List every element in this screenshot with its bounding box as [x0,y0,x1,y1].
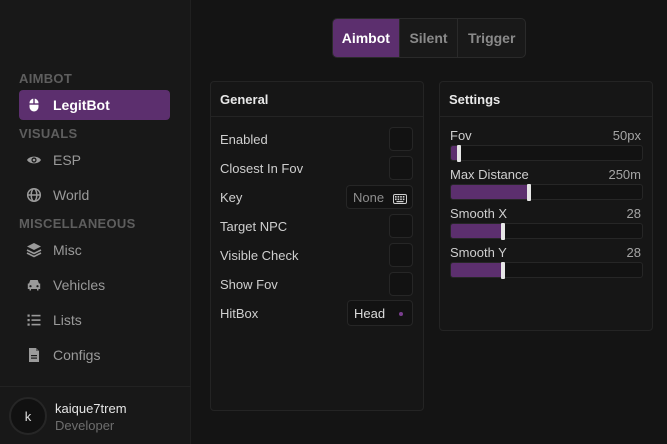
fov-slider[interactable] [450,145,643,162]
slider-thumb[interactable] [457,145,461,162]
closest-in-fov-checkbox[interactable] [389,156,413,180]
smooth-x-value: 28 [626,206,641,221]
general-panel: General Enabled Closest In Fov Key None … [210,81,424,411]
sidebar-item-world[interactable]: World [19,180,170,210]
sidebar-item-label: Lists [53,312,82,328]
sidebar: AIMBOT LegitBot VISUALS ESP World MISCEL… [0,0,191,444]
car-icon [25,276,43,294]
tab-aimbot[interactable]: Aimbot [333,19,400,57]
slider-fill [451,185,529,199]
sidebar-item-label: Vehicles [53,277,106,293]
file-icon [25,346,43,364]
max-distance-slider[interactable] [450,184,643,201]
user-name: kaique7trem [55,401,127,416]
slider-fill [451,263,503,277]
key-bind-input[interactable]: None [346,185,413,209]
max-distance-value: 250m [608,167,641,182]
target-npc-label: Target NPC [220,219,288,234]
key-bind-value: None [353,189,385,205]
section-title-visuals: VISUALS [19,126,78,141]
keyboard-icon [393,192,407,207]
user-profile[interactable]: k kaique7trem Developer [0,386,191,444]
mode-tabs: Aimbot Silent Trigger [332,18,526,58]
smooth-y-value: 28 [626,245,641,260]
max-distance-label: Max Distance [450,167,529,182]
tab-silent[interactable]: Silent [400,19,459,57]
sidebar-item-legitbot[interactable]: LegitBot [19,90,170,120]
settings-panel: Settings Fov 50px Max Distance 250m Smoo… [439,81,653,331]
sidebar-item-label: Configs [53,347,101,363]
sidebar-item-esp[interactable]: ESP [19,145,170,175]
hitbox-value: Head [354,305,386,321]
slider-thumb[interactable] [501,223,505,240]
key-label: Key [220,190,243,205]
settings-title: Settings [449,92,501,107]
sidebar-item-misc[interactable]: Misc [19,235,170,265]
divider [211,116,423,117]
user-role: Developer [55,418,115,433]
fov-label: Fov [450,128,472,143]
tab-trigger[interactable]: Trigger [458,19,525,57]
sidebar-item-label: ESP [53,152,82,168]
dropdown-dot-icon [399,312,403,316]
smooth-x-slider[interactable] [450,223,643,240]
sidebar-item-label: World [53,187,90,203]
eye-icon [25,151,43,169]
section-title-aimbot: AIMBOT [19,71,73,86]
mouse-icon [25,96,43,114]
slider-fill [451,224,503,238]
visible-check-label: Visible Check [220,248,299,263]
sidebar-item-lists[interactable]: Lists [19,305,170,335]
globe-icon [25,186,43,204]
sidebar-item-vehicles[interactable]: Vehicles [19,270,170,300]
avatar: k [9,397,47,435]
sidebar-item-label: Misc [53,242,82,258]
list-icon [25,311,43,329]
smooth-y-slider[interactable] [450,262,643,279]
sidebar-item-configs[interactable]: Configs [19,340,170,370]
enabled-checkbox[interactable] [389,127,413,151]
divider [440,116,652,117]
closest-in-fov-label: Closest In Fov [220,161,304,176]
visible-check-checkbox[interactable] [389,243,413,267]
show-fov-checkbox[interactable] [389,272,413,296]
sidebar-item-label: LegitBot [53,97,110,113]
hitbox-label: HitBox [220,306,259,321]
hitbox-select[interactable]: Head [347,300,413,326]
smooth-y-label: Smooth Y [450,245,507,260]
show-fov-label: Show Fov [220,277,278,292]
section-title-miscellaneous: MISCELLANEOUS [19,216,136,231]
smooth-x-label: Smooth X [450,206,508,221]
fov-value: 50px [612,128,641,143]
slider-thumb[interactable] [527,184,531,201]
general-title: General [220,92,269,107]
enabled-label: Enabled [220,132,268,147]
layers-icon [25,241,43,259]
target-npc-checkbox[interactable] [389,214,413,238]
slider-thumb[interactable] [501,262,505,279]
